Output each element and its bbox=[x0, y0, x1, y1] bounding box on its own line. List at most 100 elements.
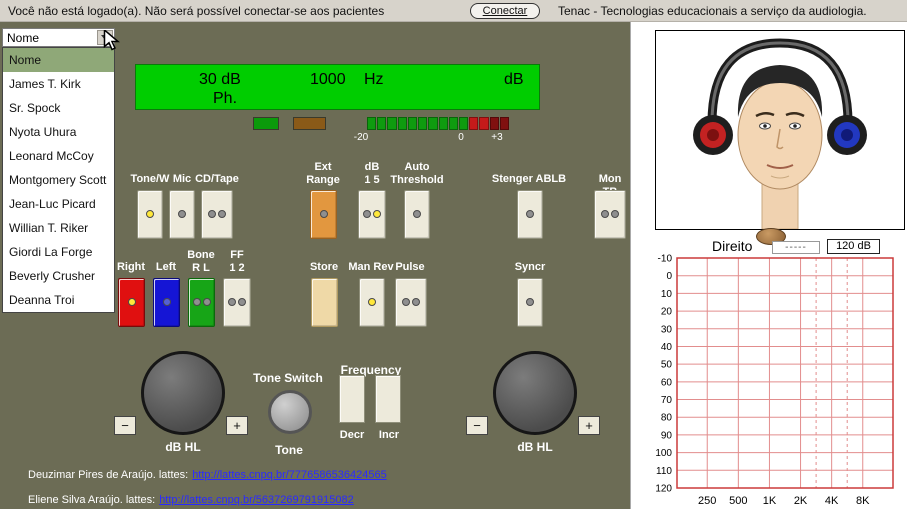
stenger-ablb-label: Stenger ABLB bbox=[492, 173, 566, 186]
patient-option[interactable]: Nyota Uhura bbox=[3, 120, 114, 144]
credit-link-1[interactable]: http://lattes.cnpq.br/7776586536424565 bbox=[192, 469, 387, 481]
audiometer-app: Você não está logado(a). Não será possív… bbox=[0, 0, 907, 509]
patient-option[interactable]: Nome bbox=[3, 48, 114, 72]
left-label: Left bbox=[156, 261, 176, 274]
vu-segment bbox=[418, 117, 427, 130]
tone-switch-label: Tone Switch bbox=[253, 371, 323, 385]
right-db-decrease-button[interactable]: − bbox=[466, 416, 488, 435]
patient-option[interactable]: Deanna Troi bbox=[3, 288, 114, 312]
syncr-led bbox=[526, 298, 534, 306]
brand-text: Tenac - Tecnologias educacionais a servi… bbox=[558, 4, 867, 18]
svg-text:1K: 1K bbox=[763, 495, 777, 506]
mouse-cursor bbox=[103, 30, 121, 51]
svg-text:110: 110 bbox=[656, 466, 672, 477]
vu-segment bbox=[367, 117, 376, 130]
man-rev-button[interactable] bbox=[359, 278, 385, 327]
db-1-5-button[interactable] bbox=[358, 190, 386, 239]
cd-tape-label: CD/Tape bbox=[195, 173, 239, 186]
decr-label: Decr bbox=[340, 429, 364, 441]
left-db-decrease-button[interactable]: − bbox=[114, 416, 136, 435]
left-db-hl-label: dB HL bbox=[165, 440, 200, 454]
tone-w-button[interactable] bbox=[137, 190, 163, 239]
syncr-button[interactable] bbox=[517, 278, 543, 327]
vu-segment bbox=[377, 117, 386, 130]
display-level-value: 30 dB bbox=[199, 71, 241, 89]
ff-2-led bbox=[238, 298, 246, 306]
svg-text:20: 20 bbox=[661, 307, 673, 318]
mic-led bbox=[178, 210, 186, 218]
patient-option[interactable]: Giordi La Forge bbox=[3, 240, 114, 264]
right-ear-led bbox=[128, 298, 136, 306]
vu-segment bbox=[479, 117, 488, 130]
patient-select[interactable]: Nome bbox=[2, 28, 115, 47]
vu-segment bbox=[500, 117, 509, 130]
credit-line-2: Eliene Silva Araújo. lattes:http://latte… bbox=[28, 494, 354, 506]
svg-text:30: 30 bbox=[661, 324, 673, 335]
patient-option[interactable]: Leonard McCoy bbox=[3, 144, 114, 168]
right-ear-button[interactable] bbox=[118, 278, 145, 327]
right-db-hl-knob[interactable] bbox=[493, 351, 577, 435]
left-db-increase-button[interactable]: + bbox=[226, 416, 248, 435]
auto-threshold-button[interactable] bbox=[404, 190, 430, 239]
ff-button[interactable] bbox=[223, 278, 251, 327]
patient-option[interactable]: Sr. Spock bbox=[3, 96, 114, 120]
bone-label: Bone R L bbox=[187, 249, 215, 274]
vu-segment bbox=[428, 117, 437, 130]
mon-led bbox=[601, 210, 609, 218]
patient-headphones-image bbox=[656, 31, 904, 229]
store-button[interactable] bbox=[311, 278, 338, 327]
tb-led bbox=[611, 210, 619, 218]
frequency-decrease-button[interactable] bbox=[339, 375, 365, 423]
svg-text:70: 70 bbox=[661, 395, 673, 406]
left-ear-button[interactable] bbox=[153, 278, 180, 327]
tone-w-led bbox=[146, 210, 154, 218]
left-ear-led bbox=[163, 298, 171, 306]
mon-tb-button[interactable] bbox=[594, 190, 626, 239]
credit-link-2[interactable]: http://lattes.cnpq.br/5637269791915082 bbox=[159, 494, 354, 506]
vu-segment bbox=[408, 117, 417, 130]
incr-label: Incr bbox=[379, 429, 399, 441]
ext-range-led bbox=[320, 210, 328, 218]
left-db-hl-knob[interactable] bbox=[141, 351, 225, 435]
bone-button[interactable] bbox=[188, 278, 215, 327]
patient-option[interactable]: James T. Kirk bbox=[3, 72, 114, 96]
store-label: Store bbox=[310, 261, 338, 274]
vu-segment bbox=[439, 117, 448, 130]
patient-dropdown-list: NomeJames T. KirkSr. SpockNyota UhuraLeo… bbox=[2, 47, 115, 313]
ext-range-button[interactable] bbox=[310, 190, 337, 239]
vu-segment bbox=[490, 117, 499, 130]
patient-option[interactable]: Montgomery Scott bbox=[3, 168, 114, 192]
svg-text:10: 10 bbox=[661, 289, 673, 300]
auto-threshold-label: Auto Threshold bbox=[390, 161, 443, 186]
man-rev-label: Man Rev bbox=[348, 261, 393, 274]
bone-r-led bbox=[193, 298, 201, 306]
svg-text:4K: 4K bbox=[825, 495, 839, 506]
stenger-ablb-led bbox=[526, 210, 534, 218]
right-label: Right bbox=[117, 261, 145, 274]
right-db-increase-button[interactable]: + bbox=[578, 416, 600, 435]
svg-text:2K: 2K bbox=[794, 495, 808, 506]
vu-min-label: -20 bbox=[354, 132, 368, 143]
vu-segment bbox=[387, 117, 396, 130]
stenger-ablb-button[interactable] bbox=[517, 190, 543, 239]
patient-select-value: Nome bbox=[7, 31, 39, 45]
svg-text:-10: -10 bbox=[658, 254, 673, 265]
pulse-led-1 bbox=[402, 298, 410, 306]
svg-text:60: 60 bbox=[661, 377, 673, 388]
patient-option[interactable]: Willian T. Riker bbox=[3, 216, 114, 240]
connect-button[interactable]: Conectar bbox=[470, 3, 540, 19]
mic-label: Mic bbox=[173, 173, 191, 186]
patient-option[interactable]: Jean-Luc Picard bbox=[3, 192, 114, 216]
frequency-increase-button[interactable] bbox=[375, 375, 401, 423]
tape-led bbox=[218, 210, 226, 218]
patient-option[interactable]: Beverly Crusher bbox=[3, 264, 114, 288]
svg-text:120: 120 bbox=[655, 484, 672, 495]
top-bar: Você não está logado(a). Não será possív… bbox=[0, 0, 907, 22]
brown-indicator bbox=[293, 117, 326, 130]
tone-switch-knob[interactable] bbox=[268, 390, 312, 434]
cd-tape-button[interactable] bbox=[201, 190, 233, 239]
db-1-5-label: dB 1 5 bbox=[364, 161, 379, 186]
patient-image-frame bbox=[655, 30, 905, 230]
pulse-button[interactable] bbox=[395, 278, 427, 327]
mic-button[interactable] bbox=[169, 190, 195, 239]
